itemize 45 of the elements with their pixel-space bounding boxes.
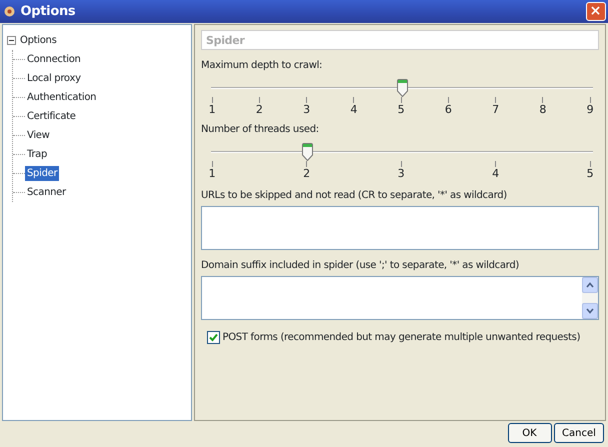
- slider-track[interactable]: [211, 79, 593, 95]
- tree-item[interactable]: Spider: [25, 166, 60, 181]
- checkbox-label[interactable]: POST forms (recommended but may generate multiple unwanted requests): [222, 330, 580, 345]
- tick-label: 5: [398, 103, 404, 116]
- slider-label: Maximum depth to crawl:: [201, 59, 324, 73]
- tick-label: 9: [586, 103, 594, 116]
- tree-item[interactable]: Options: [18, 33, 58, 48]
- text-area[interactable]: [201, 206, 599, 250]
- scrollbar[interactable]: [582, 277, 598, 319]
- app-icon: [2, 5, 16, 18]
- collapse-icon[interactable]: [7, 36, 16, 45]
- cancel-button[interactable]: Cancel: [554, 423, 604, 443]
- window-title: Options: [20, 2, 76, 21]
- tick-label: 5: [586, 167, 594, 180]
- slider-thumb[interactable]: [302, 143, 312, 161]
- tick-label: 3: [303, 103, 310, 116]
- field-label: URLs to be skipped and not read (CR to separate, '*' as wildcard): [201, 189, 508, 203]
- slider-thumb[interactable]: [397, 79, 408, 97]
- tick-label: 4: [492, 167, 499, 180]
- field-label: Domain suffix included in spider (use ';' to separate, '*' as wildcard): [201, 259, 520, 273]
- tree-item[interactable]: Connection: [25, 52, 83, 67]
- slider-label: Number of threads used:: [201, 123, 320, 137]
- text-area[interactable]: [201, 276, 599, 320]
- tree-item[interactable]: Local proxy: [25, 71, 83, 86]
- tick-label: 1: [208, 103, 216, 116]
- tree-item[interactable]: Certificate: [25, 109, 78, 124]
- tick-label: 8: [539, 103, 546, 116]
- tick-label: 2: [256, 103, 263, 116]
- tick-label: 4: [350, 103, 358, 116]
- tick-label: 3: [398, 167, 404, 180]
- tick-label: 1: [208, 167, 216, 180]
- tree-item[interactable]: Scanner: [25, 185, 68, 200]
- tick-label: 6: [444, 103, 452, 116]
- scroll-up-icon[interactable]: [582, 277, 598, 293]
- slider-track[interactable]: [211, 143, 593, 159]
- checkbox[interactable]: [207, 331, 220, 344]
- tree-item[interactable]: View: [25, 128, 52, 143]
- close-button[interactable]: ×: [586, 2, 606, 21]
- ok-button[interactable]: OK: [508, 423, 552, 443]
- scroll-down-icon[interactable]: [582, 303, 598, 319]
- tree-item[interactable]: Trap: [25, 147, 50, 162]
- panel-title: Spider: [201, 30, 599, 50]
- tree-item[interactable]: Authentication: [25, 90, 98, 105]
- tick-label: 2: [303, 167, 310, 180]
- tick-label: 7: [492, 103, 499, 116]
